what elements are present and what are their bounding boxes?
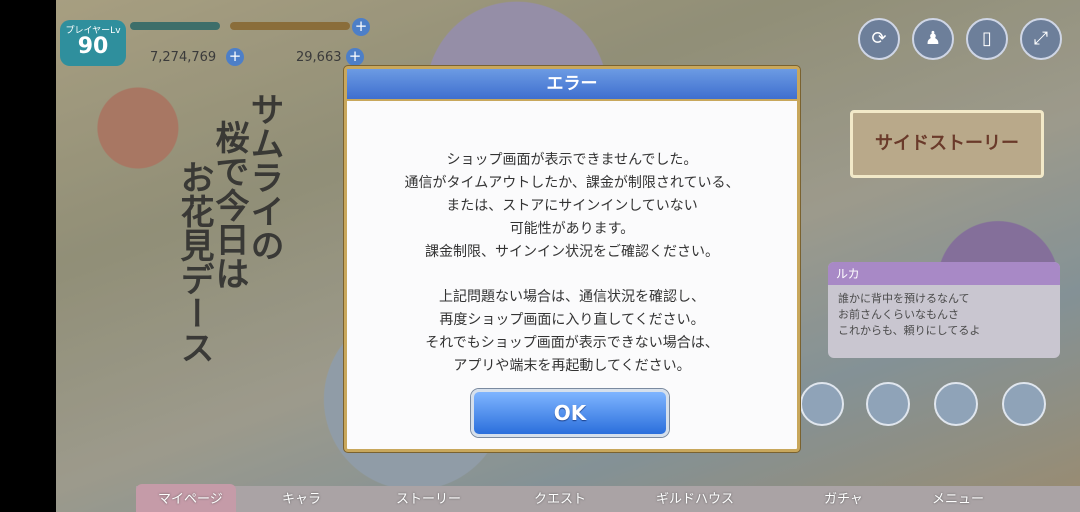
speech-line: これからも、頼りにしてるよ xyxy=(838,324,981,337)
message-line: または、ストアにサインインしていない xyxy=(446,198,698,214)
nav-item-quest[interactable]: クエスト xyxy=(534,488,586,507)
speech-line: 誰かに背中を預けるなんて xyxy=(838,292,970,305)
dialog-title: エラー xyxy=(347,69,797,101)
message-line: それでもショップ画面が表示できない場合は、 xyxy=(425,335,719,351)
menu-icon-1[interactable] xyxy=(800,382,844,426)
stamina-plus-button[interactable]: + xyxy=(352,18,370,36)
ok-button[interactable]: OK xyxy=(471,389,669,437)
exp-bar xyxy=(130,22,220,30)
nav-item-gacha[interactable]: ガチャ xyxy=(824,488,863,507)
menu-icon-4[interactable] xyxy=(1002,382,1046,426)
event-text-3: お花見デース xyxy=(174,160,214,364)
message-line: 上記問題ない場合は、通信状況を確認し、 xyxy=(439,289,705,305)
expand-icon[interactable]: ⤢ xyxy=(1020,18,1062,60)
error-dialog: エラー ショップ画面が表示できませんでした。 通信がタイムアウトしたか、課金が制… xyxy=(344,66,800,452)
rank-value: 90 xyxy=(77,34,109,59)
menu-icon-3[interactable] xyxy=(934,382,978,426)
menu-icon-2[interactable] xyxy=(866,382,910,426)
nav-item-guild[interactable]: ギルドハウス xyxy=(656,488,734,507)
mana-count: 7,274,769 xyxy=(150,50,217,65)
left-black-bar xyxy=(0,0,56,512)
nav-item-chara[interactable]: キャラ xyxy=(282,488,321,507)
mana-plus-button[interactable]: + xyxy=(226,48,244,66)
side-story-banner[interactable]: サイドストーリー xyxy=(850,110,1044,178)
jewel-plus-button[interactable]: + xyxy=(346,48,364,66)
nav-item-menu[interactable]: メニュー xyxy=(932,488,984,507)
message-gap xyxy=(357,264,787,286)
stamina-bar xyxy=(230,22,350,30)
player-rank-badge: プレイヤーLv 90 xyxy=(60,20,126,66)
refresh-icon[interactable]: ⟳ xyxy=(858,18,900,60)
speech-text: 誰かに背中を預けるなんて お前さんくらいなもんさ これからも、頼りにしてるよ xyxy=(828,285,1060,345)
message-line: 可能性があります。 xyxy=(509,221,635,237)
message-line: アプリや端末を再起動してください。 xyxy=(453,358,691,374)
dialog-message: ショップ画面が表示できませんでした。 通信がタイムアウトしたか、課金が制限されて… xyxy=(347,101,797,378)
message-line: ショップ画面が表示できませんでした。 xyxy=(446,152,698,168)
speaker-name: ルカ xyxy=(828,262,1060,285)
message-line: 通信がタイムアウトしたか、課金が制限されている、 xyxy=(404,175,740,191)
book-icon[interactable]: ▯ xyxy=(966,18,1008,60)
nav-item-mypage[interactable]: マイページ xyxy=(158,488,223,507)
speech-line: お前さんくらいなもんさ xyxy=(838,308,959,321)
character-icon[interactable]: ♟ xyxy=(912,18,954,60)
message-line: 再度ショップ画面に入り直してください。 xyxy=(439,312,705,328)
message-line: 課金制限、サインイン状況をご確認ください。 xyxy=(425,244,719,260)
jewel-count: 29,663 xyxy=(296,50,342,65)
nav-item-story[interactable]: ストーリー xyxy=(396,488,461,507)
character-speech-box: ルカ 誰かに背中を預けるなんて お前さんくらいなもんさ これからも、頼りにしてる… xyxy=(828,262,1060,358)
